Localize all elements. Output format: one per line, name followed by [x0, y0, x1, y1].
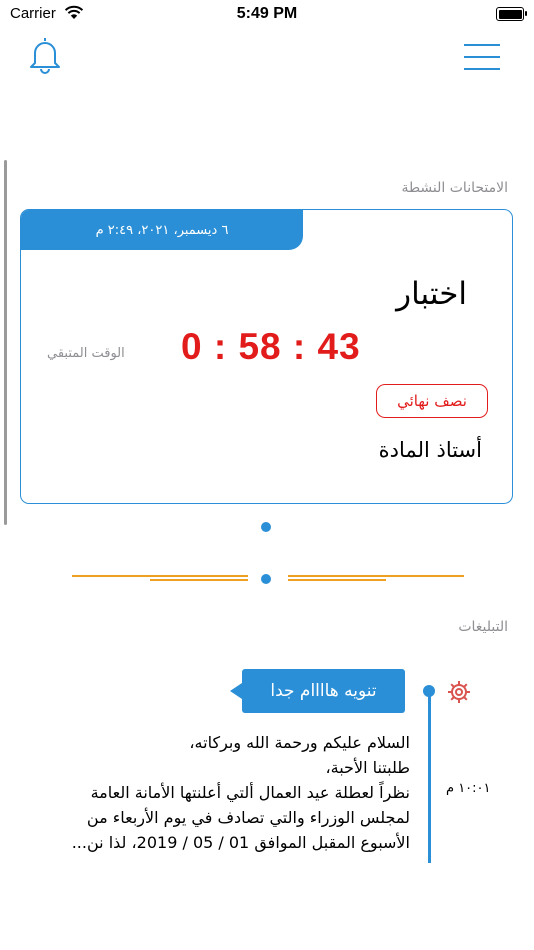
active-exams-title: الامتحانات النشطة	[401, 180, 508, 196]
scroll-indicator[interactable]	[4, 160, 7, 525]
announcement-line: الأسبوع المقبل الموافق 01 / 05 / 2019، ل…	[71, 833, 410, 852]
timeline-dot	[423, 685, 435, 697]
exam-card[interactable]: ٦ ديسمبر، ٢٠٢١، ٢:٤٩ م اختبار 0 : 58 : 4…	[20, 209, 513, 504]
announcement-body: السلام عليكم ورحمة الله وبركاته، طلبتنا …	[30, 730, 410, 855]
battery-icon	[496, 7, 527, 21]
status-bar: Carrier 5:49 PM	[0, 0, 534, 30]
battery-level	[498, 9, 522, 19]
exam-type-badge: نصف نهائي	[376, 384, 488, 418]
menu-line	[464, 44, 500, 46]
announcement-tag[interactable]: تنويه هاااام جدا	[230, 669, 405, 713]
ornament-divider	[72, 574, 464, 584]
menu-line	[464, 56, 500, 58]
time-left-label: الوقت المتبقي	[47, 346, 125, 361]
exam-title: اختبار	[396, 276, 467, 312]
bell-icon[interactable]	[25, 34, 65, 76]
timeline-line	[428, 691, 431, 863]
teacher-name: أستاذ المادة	[378, 438, 482, 462]
gear-icon	[448, 681, 470, 703]
page-indicator-dot[interactable]	[261, 522, 271, 532]
announcement-line: السلام عليكم ورحمة الله وبركاته،	[189, 733, 410, 752]
announcement-line: طلبتنا الأحبة،	[325, 758, 410, 777]
menu-line	[464, 68, 500, 70]
countdown-timer: 0 : 58 : 43	[181, 326, 361, 367]
announcement-time: ١٠:٠١ م	[446, 781, 491, 796]
exam-date: ٦ ديسمبر، ٢٠٢١، ٢:٤٩ م	[21, 210, 303, 250]
status-time: 5:49 PM	[236, 5, 298, 22]
announcements-title: التبليغات	[458, 619, 508, 635]
announcement-line: نظراً لعطلة عيد العمال ألتي أعلنتها الأم…	[90, 783, 410, 802]
menu-button[interactable]	[462, 42, 502, 72]
announcement-line: لمجلس الوزراء والتي تصادف في يوم الأربعا…	[86, 808, 410, 827]
